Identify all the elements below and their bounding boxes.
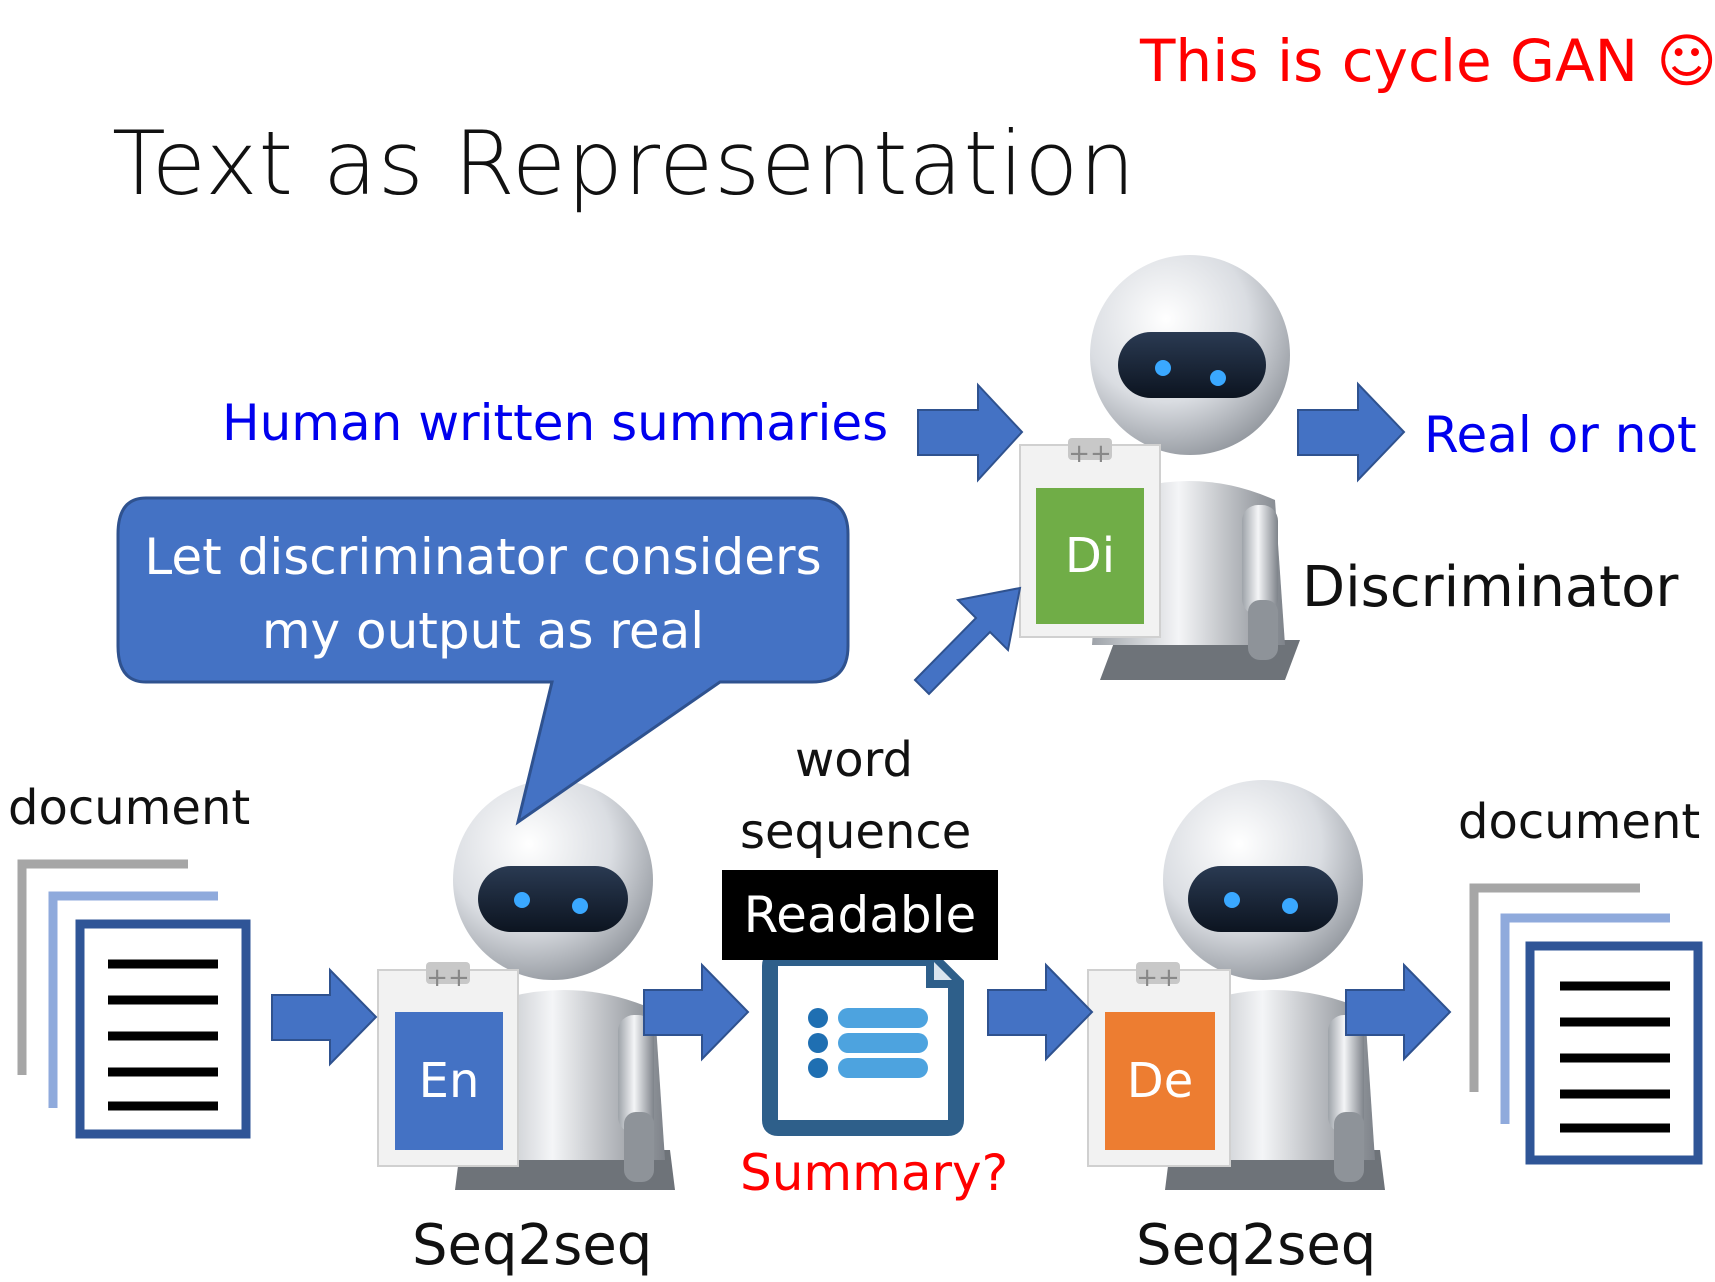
discriminator-card-letter: Di (1064, 528, 1116, 584)
svg-text:++: ++ (426, 963, 470, 993)
human-summaries-label: Human written summaries (222, 394, 889, 452)
input-document-label: document (8, 780, 251, 836)
readable-badge: Readable (722, 870, 998, 960)
arrow-discriminator-to-output-icon (1297, 381, 1406, 483)
output-document-stack-icon (1469, 883, 1703, 1165)
cycle-gan-note: This is cycle GAN ☺ (1140, 27, 1715, 95)
real-or-not-label: Real or not (1424, 406, 1697, 464)
arrow-human-to-discriminator-icon (917, 382, 1024, 483)
summary-question-label: Summary? (740, 1144, 1009, 1202)
speech-bubble-text: Let discriminator considers my output as… (118, 520, 848, 668)
decoder-seq2seq-label: Seq2seq (1136, 1213, 1377, 1278)
encoder-seq2seq-label: Seq2seq (412, 1213, 653, 1278)
arrow-document-to-encoder-icon (271, 967, 378, 1067)
arrow-summary-to-decoder-icon (987, 962, 1094, 1062)
output-document-label: document (1458, 794, 1701, 850)
decoder-card-letter: De (1126, 1053, 1194, 1109)
encoder-card-letter: En (418, 1053, 480, 1109)
page-title: Text as Representation (112, 112, 1137, 215)
speech-bubble-line-2: my output as real (261, 602, 705, 660)
summary-list-icon (762, 950, 964, 1136)
arrow-encoder-to-summary-icon (643, 962, 750, 1062)
svg-text:++: ++ (1068, 439, 1112, 469)
input-document-stack-icon (17, 859, 251, 1139)
speech-bubble-line-1: Let discriminator considers (144, 528, 822, 586)
arrow-summary-to-discriminator-icon (913, 586, 1022, 696)
word-sequence-label-line-2: sequence (740, 804, 972, 860)
word-sequence-label-line-1: word (795, 732, 913, 788)
discriminator-label: Discriminator (1302, 555, 1679, 620)
svg-text:++: ++ (1136, 963, 1180, 993)
